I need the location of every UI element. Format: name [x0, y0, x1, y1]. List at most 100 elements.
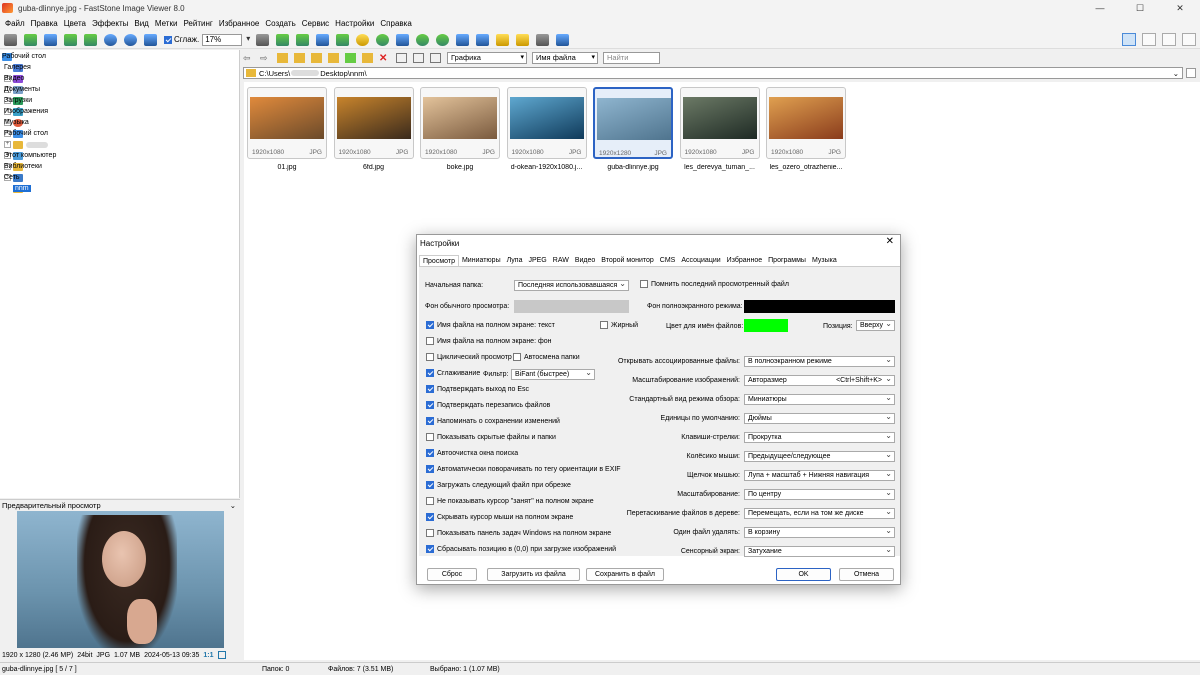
tree-item-nnm[interactable]: nnm	[13, 183, 31, 194]
autoswap-folder-checkbox[interactable]: Автосмена папки	[513, 353, 580, 361]
tab-associations[interactable]: Ассоциации	[678, 255, 723, 266]
wallpaper-icon[interactable]	[476, 33, 490, 46]
chevron-down-icon[interactable]: ⌄	[230, 501, 236, 510]
preview-view-icon[interactable]	[1142, 33, 1156, 46]
copy-to-icon[interactable]	[311, 53, 322, 63]
address-bar[interactable]: C:\Users\ Desktop\nnm\ ⌄	[243, 67, 1183, 79]
tab-thumbnails[interactable]: Миниатюры	[459, 255, 504, 266]
menu-effects[interactable]: Эффекты	[89, 16, 131, 31]
maximize-button[interactable]: ☐	[1120, 0, 1160, 16]
tree-item-video[interactable]: + Видео	[4, 73, 26, 84]
menu-colors[interactable]: Цвета	[61, 16, 89, 31]
sort-combo[interactable]: Имя файла	[532, 52, 598, 64]
checkbox-box[interactable]	[426, 545, 434, 553]
email-icon[interactable]	[516, 33, 530, 46]
setting-combo-1[interactable]: В полноэкранном режиме	[744, 356, 895, 367]
checkbox-box[interactable]	[426, 417, 434, 425]
checkbox-box[interactable]	[426, 401, 434, 409]
tree-item-music[interactable]: + Музыка	[4, 117, 29, 128]
option-checkbox-8[interactable]: Показывать скрытые файлы и папки	[426, 433, 556, 441]
start-folder-combo[interactable]: Последняя использовавшаяся	[514, 280, 629, 291]
checkbox-box[interactable]	[426, 465, 434, 473]
menu-tools[interactable]: Сервис	[299, 16, 332, 31]
menu-rating[interactable]: Рейтинг	[180, 16, 215, 31]
tree-item-pictures[interactable]: + Изображения	[4, 106, 48, 117]
thumbnail-3[interactable]: 1920x1080 JPG	[420, 87, 500, 159]
select-all-icon[interactable]	[396, 53, 407, 63]
tree-item-desktop[interactable]: Рабочий стол	[2, 51, 46, 62]
tree-item-user[interactable]: +	[4, 139, 48, 150]
option-checkbox-4[interactable]: Сглаживание	[426, 369, 480, 377]
thumbnail-1[interactable]: 1920x1080 JPG	[247, 87, 327, 159]
checkbox-box[interactable]	[426, 497, 434, 505]
tree-item-libraries[interactable]: + Библиотеки	[4, 161, 42, 172]
camera-icon[interactable]	[4, 33, 17, 46]
tab-viewer[interactable]: Просмотр	[419, 255, 459, 266]
load-from-file-button[interactable]: Загрузить из файла	[487, 568, 580, 581]
option-checkbox-9[interactable]: Автоочистка окна поиска	[426, 449, 518, 457]
option-checkbox-5[interactable]: Подтверждать выход по Esc	[426, 385, 529, 393]
print-icon[interactable]	[536, 33, 550, 46]
ok-button[interactable]: OK	[776, 568, 831, 581]
checkbox-box[interactable]	[426, 529, 434, 537]
setting-combo-3[interactable]: Миниатюры	[744, 394, 895, 405]
bg-normal-swatch[interactable]	[514, 300, 629, 313]
filename-color-swatch[interactable]	[744, 319, 788, 332]
actual-size-icon[interactable]	[144, 33, 157, 46]
setting-combo-7[interactable]: Лупа + масштаб + Нижняя навигация	[744, 470, 895, 481]
thumbnail-6[interactable]: 1920x1080 JPG	[679, 87, 760, 159]
option-checkbox-7[interactable]: Напоминать о сохранении изменений	[426, 417, 560, 425]
minimize-button[interactable]: —	[1080, 0, 1120, 16]
thumbnail-2[interactable]: 1920x1080 JPG	[333, 87, 414, 159]
option-checkbox-6[interactable]: Подтверждать перезапись файлов	[426, 401, 550, 409]
crop-icon[interactable]	[276, 33, 290, 46]
zoom-in-icon[interactable]	[104, 33, 117, 46]
rotate-left-icon[interactable]	[416, 33, 430, 46]
tab-video[interactable]: Видео	[572, 255, 598, 266]
thumbnail-view-icon[interactable]	[1162, 33, 1176, 46]
color-adjust-icon[interactable]	[316, 33, 330, 46]
filter-combo[interactable]: BiFant (быстрее)	[511, 369, 595, 380]
expand-icon[interactable]: +	[4, 141, 11, 148]
zoom-combo[interactable]: 17%	[202, 33, 250, 46]
rotate-right-icon[interactable]	[436, 33, 450, 46]
fullscreen-view-icon[interactable]	[1182, 33, 1196, 46]
menu-view[interactable]: Вид	[131, 16, 151, 31]
save-to-file-button[interactable]: Сохранить в файл	[586, 568, 664, 581]
tree-item-network[interactable]: + Сеть	[4, 172, 26, 183]
menu-help[interactable]: Справка	[377, 16, 414, 31]
browser-view-icon[interactable]	[1122, 33, 1136, 46]
effects-icon[interactable]	[356, 33, 370, 46]
scanner-icon[interactable]	[556, 33, 570, 46]
favorites-icon[interactable]	[362, 53, 373, 63]
position-combo[interactable]: Вверху	[856, 320, 895, 331]
bold-checkbox[interactable]: Жирный	[600, 321, 638, 329]
tree-item-gallery[interactable]: Галерея	[4, 62, 31, 73]
option-checkbox-11[interactable]: Загружать следующий файл при обрезке	[426, 481, 571, 489]
option-checkbox-3[interactable]: Циклический просмотр	[426, 353, 512, 361]
tree-item-desktop-2[interactable]: + Рабочий стол	[4, 128, 48, 139]
option-checkbox-14[interactable]: Показывать панель задач Windows на полно…	[426, 529, 611, 537]
tab-second-monitor[interactable]: Второй монитор	[598, 255, 657, 266]
delete-icon[interactable]: ✕	[379, 53, 390, 64]
smooth-checkbox[interactable]	[164, 35, 172, 44]
remember-last-checkbox[interactable]: Помнить последний просмотренный файл	[640, 280, 789, 288]
next-image-icon[interactable]	[84, 33, 97, 46]
checkbox-box[interactable]	[426, 481, 434, 489]
compare-icon[interactable]	[396, 33, 410, 46]
resize-icon[interactable]	[296, 33, 310, 46]
tab-raw[interactable]: RAW	[550, 255, 572, 266]
list-view-icon[interactable]	[430, 53, 441, 63]
new-folder-icon[interactable]	[294, 53, 305, 63]
menu-tags[interactable]: Метки	[152, 16, 181, 31]
red-eye-icon[interactable]	[336, 33, 350, 46]
hand-tool-icon[interactable]	[256, 33, 270, 46]
tree-item-downloads[interactable]: + Загрузки	[4, 95, 32, 106]
type-filter-combo[interactable]: Графика	[447, 52, 527, 64]
option-checkbox-1[interactable]: Имя файла на полном экране: текст	[426, 321, 555, 329]
tab-music[interactable]: Музыка	[809, 255, 840, 266]
forward-icon[interactable]: ⇨	[260, 53, 271, 63]
slideshow-icon[interactable]	[456, 33, 470, 46]
menu-create[interactable]: Создать	[262, 16, 298, 31]
dialog-close-icon[interactable]: ✕	[886, 236, 894, 247]
